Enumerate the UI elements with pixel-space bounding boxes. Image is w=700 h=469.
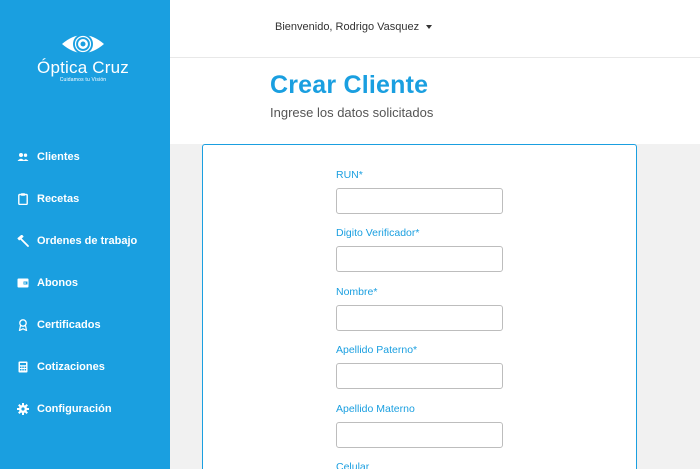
nombre-label: Nombre* [336,286,378,298]
run-input[interactable] [336,188,503,214]
sidebar-item-cotizaciones[interactable]: Cotizaciones [0,346,170,388]
run-label: RUN* [336,169,363,181]
clipboard-icon [17,193,29,205]
sidebar-nav: Clientes Recetas Ordenes de trabajo Abon… [0,136,170,430]
sidebar-item-ordenes-de-trabajo[interactable]: Ordenes de trabajo [0,220,170,262]
sidebar-item-label: Ordenes de trabajo [37,235,138,247]
sidebar-item-label: Abonos [37,277,78,289]
apellido-materno-label: Apellido Materno [336,403,415,415]
apellido-paterno-field-group: Apellido Paterno* [336,344,504,389]
eye-logo-icon [62,34,104,54]
digito-verificador-field-group: Digito Verificador* [336,227,504,272]
apellido-materno-field-group: Apellido Materno [336,403,504,448]
award-icon [17,319,29,331]
wallet-icon [17,277,29,289]
brand-logo[interactable]: Óptica Cruz Cuidamos tu Visión [28,30,138,90]
digito-verificador-label: Digito Verificador* [336,227,420,239]
sidebar-item-recetas[interactable]: Recetas [0,178,170,220]
caret-down-icon [426,25,433,29]
celular-label: Celular [336,461,370,469]
sidebar-item-label: Recetas [37,193,80,205]
sidebar-item-clientes[interactable]: Clientes [0,136,170,178]
sidebar-item-certificados[interactable]: Certificados [0,304,170,346]
run-field-group: RUN* [336,169,504,214]
sidebar: Óptica Cruz Cuidamos tu Visión Clientes … [0,0,170,469]
sidebar-item-label: Configuración [37,403,112,415]
apellido-paterno-label: Apellido Paterno* [336,344,418,356]
sidebar-item-configuracion[interactable]: Configuración [0,388,170,430]
digito-verificador-input[interactable] [336,246,503,272]
apellido-materno-input[interactable] [336,422,503,448]
create-client-form: RUN* Digito Verificador* Nombre* Apellid… [202,144,637,469]
gear-icon [17,403,29,415]
sidebar-item-label: Clientes [37,151,80,163]
apellido-paterno-input[interactable] [336,363,503,389]
sidebar-item-abonos[interactable]: Abonos [0,262,170,304]
calculator-icon [17,361,29,373]
page-title: Crear Cliente [270,71,429,99]
brand-tagline: Cuidamos tu Visión [59,77,107,83]
nombre-input[interactable] [336,305,503,331]
user-greeting: Bienvenido, Rodrigo Vasquez [275,21,420,33]
brand-name: Óptica Cruz [37,58,129,77]
celular-field-group: Celular [336,461,504,469]
sidebar-item-label: Cotizaciones [37,361,105,373]
users-icon [17,151,29,163]
page-header: Crear Cliente Ingrese los datos solicita… [170,58,700,144]
user-menu-dropdown[interactable]: Bienvenido, Rodrigo Vasquez [275,21,433,33]
top-bar: Bienvenido, Rodrigo Vasquez [170,0,700,58]
hammer-icon [17,235,29,247]
page-subtitle: Ingrese los datos solicitados [270,105,434,120]
nombre-field-group: Nombre* [336,286,504,331]
sidebar-item-label: Certificados [37,319,101,331]
